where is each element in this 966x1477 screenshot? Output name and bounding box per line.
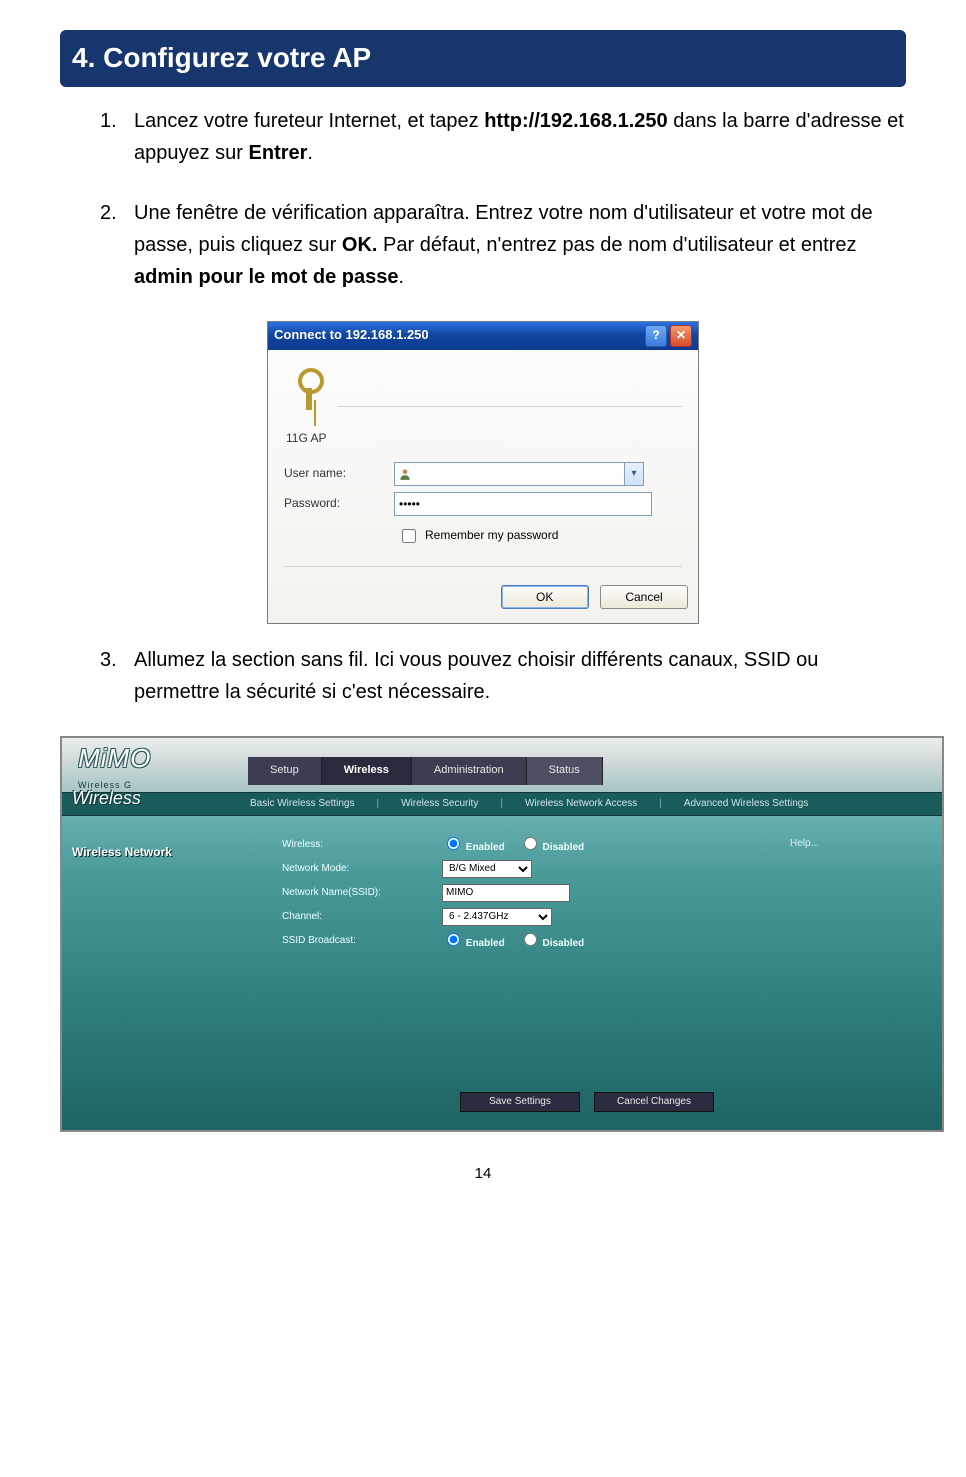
remember-row: Remember my password <box>398 526 682 546</box>
wireless-row: Wireless: Enabled Disabled <box>282 834 762 856</box>
auth-dialog: Connect to 192.168.1.250 ? ✕ 11G AP User… <box>267 321 699 624</box>
step-1-text-a: Lancez votre fureteur Internet, et tapez <box>134 110 484 132</box>
section-title: 4. Configurez votre AP <box>60 30 906 87</box>
router-admin-panel: MiMO Wireless G Setup Wireless Administr… <box>60 736 944 1132</box>
password-input[interactable] <box>394 492 652 516</box>
username-combo[interactable]: ▾ <box>394 462 644 486</box>
cancel-changes-button[interactable]: Cancel Changes <box>594 1092 714 1112</box>
broadcast-disabled-radio[interactable] <box>524 933 537 946</box>
broadcast-disabled[interactable]: Disabled <box>519 930 584 952</box>
step-3-number: 3. <box>100 644 117 676</box>
subtab-security[interactable]: Wireless Security <box>401 796 478 812</box>
step-3-text: Allumez la section sans fil. Ici vous po… <box>134 649 818 703</box>
mode-label: Network Mode: <box>282 861 442 877</box>
side-title: Wireless Network <box>72 843 242 862</box>
step-2-bold-b: admin pour le mot de passe <box>134 266 399 288</box>
remember-checkbox[interactable] <box>402 529 416 543</box>
wireless-enabled-radio[interactable] <box>447 837 460 850</box>
subtab-access[interactable]: Wireless Network Access <box>525 796 637 812</box>
step-3: 3. Allumez la section sans fil. Ici vous… <box>100 644 906 708</box>
ssid-label: Network Name(SSID): <box>282 885 442 901</box>
step-1-bold-a: http://192.168.1.250 <box>484 110 667 132</box>
page-number: 14 <box>60 1162 906 1186</box>
close-icon[interactable]: ✕ <box>670 325 692 347</box>
dialog-titlebar[interactable]: Connect to 192.168.1.250 ? ✕ <box>268 322 698 350</box>
separator: | <box>659 796 662 812</box>
dialog-title: Connect to 192.168.1.250 <box>274 325 642 346</box>
separator: | <box>376 796 379 812</box>
help-panel: Help... <box>772 816 942 1076</box>
step-2-number: 2. <box>100 197 117 229</box>
step-1: 1. Lancez votre fureteur Internet, et ta… <box>100 105 906 169</box>
channel-select[interactable]: 6 - 2.437GHz <box>442 908 552 926</box>
dialog-body: 11G AP User name: ▾ Password: Remember m… <box>268 350 698 585</box>
form-area: Wireless: Enabled Disabled Network Mode:… <box>252 816 772 1076</box>
main-tabs: Setup Wireless Administration Status <box>248 757 603 785</box>
realm-label: 11G AP <box>286 429 682 448</box>
wireless-disabled[interactable]: Disabled <box>519 834 584 856</box>
divider <box>284 566 682 567</box>
help-link[interactable]: Help... <box>772 836 942 852</box>
tab-wireless[interactable]: Wireless <box>322 757 412 785</box>
step-2: 2. Une fenêtre de vérification apparaîtr… <box>100 197 906 293</box>
password-row: Password: <box>284 492 682 516</box>
password-label: Password: <box>284 494 394 513</box>
wireless-disabled-radio[interactable] <box>524 837 537 850</box>
username-label: User name: <box>284 464 394 483</box>
side-panel: Wireless Wireless Network <box>62 816 252 1076</box>
username-row: User name: ▾ <box>284 462 682 486</box>
mode-row: Network Mode: B/G Mixed <box>282 858 762 880</box>
tab-setup[interactable]: Setup <box>248 757 322 785</box>
enabled-text: Enabled <box>466 842 505 853</box>
user-icon <box>394 462 415 486</box>
wireless-badge: Wireless <box>72 784 242 813</box>
step-1-bold-b: Entrer <box>249 142 308 164</box>
wireless-enabled[interactable]: Enabled <box>442 834 505 856</box>
channel-label: Channel: <box>282 909 442 925</box>
step-2-text-b: Par défaut, n'entrez pas de nom d'utilis… <box>377 234 856 256</box>
subtab-advanced[interactable]: Advanced Wireless Settings <box>684 796 809 812</box>
separator: | <box>500 796 503 812</box>
steps-list: 1. Lancez votre fureteur Internet, et ta… <box>60 105 906 293</box>
divider <box>338 406 682 407</box>
steps-list-2: 3. Allumez la section sans fil. Ici vous… <box>60 644 906 708</box>
logo-text: MiMO <box>78 738 248 780</box>
router-body: Wireless Wireless Network Wireless: Enab… <box>62 816 942 1076</box>
mode-select[interactable]: B/G Mixed <box>442 860 532 878</box>
bottom-buttons: Save Settings Cancel Changes <box>62 1076 942 1130</box>
wireless-badge-text: Wireless <box>72 788 141 808</box>
tab-status[interactable]: Status <box>527 757 603 785</box>
enabled-text: Enabled <box>466 938 505 949</box>
ssid-input[interactable] <box>442 884 570 902</box>
dialog-buttons: OK Cancel <box>268 585 698 623</box>
cancel-button[interactable]: Cancel <box>600 585 688 609</box>
broadcast-enabled-radio[interactable] <box>447 933 460 946</box>
keys-icon <box>284 368 330 414</box>
broadcast-enabled[interactable]: Enabled <box>442 930 505 952</box>
wireless-label: Wireless: <box>282 837 442 853</box>
username-input[interactable] <box>415 462 624 486</box>
ssid-row: Network Name(SSID): <box>282 882 762 904</box>
tab-administration[interactable]: Administration <box>412 757 527 785</box>
broadcast-label: SSID Broadcast: <box>282 933 442 949</box>
step-2-bold-a: OK. <box>342 234 378 256</box>
remember-label: Remember my password <box>425 526 558 545</box>
chevron-down-icon[interactable]: ▾ <box>624 462 644 486</box>
subtab-basic[interactable]: Basic Wireless Settings <box>250 796 354 812</box>
disabled-text: Disabled <box>542 938 584 949</box>
save-button[interactable]: Save Settings <box>460 1092 580 1112</box>
step-1-number: 1. <box>100 105 117 137</box>
broadcast-row: SSID Broadcast: Enabled Disabled <box>282 930 762 952</box>
disabled-text: Disabled <box>542 842 584 853</box>
help-icon[interactable]: ? <box>645 325 667 347</box>
keys-illustration-row <box>284 364 682 419</box>
step-1-text-c: . <box>307 142 313 164</box>
channel-row: Channel: 6 - 2.437GHz <box>282 906 762 928</box>
ok-button[interactable]: OK <box>501 585 589 609</box>
step-2-text-c: . <box>399 266 405 288</box>
